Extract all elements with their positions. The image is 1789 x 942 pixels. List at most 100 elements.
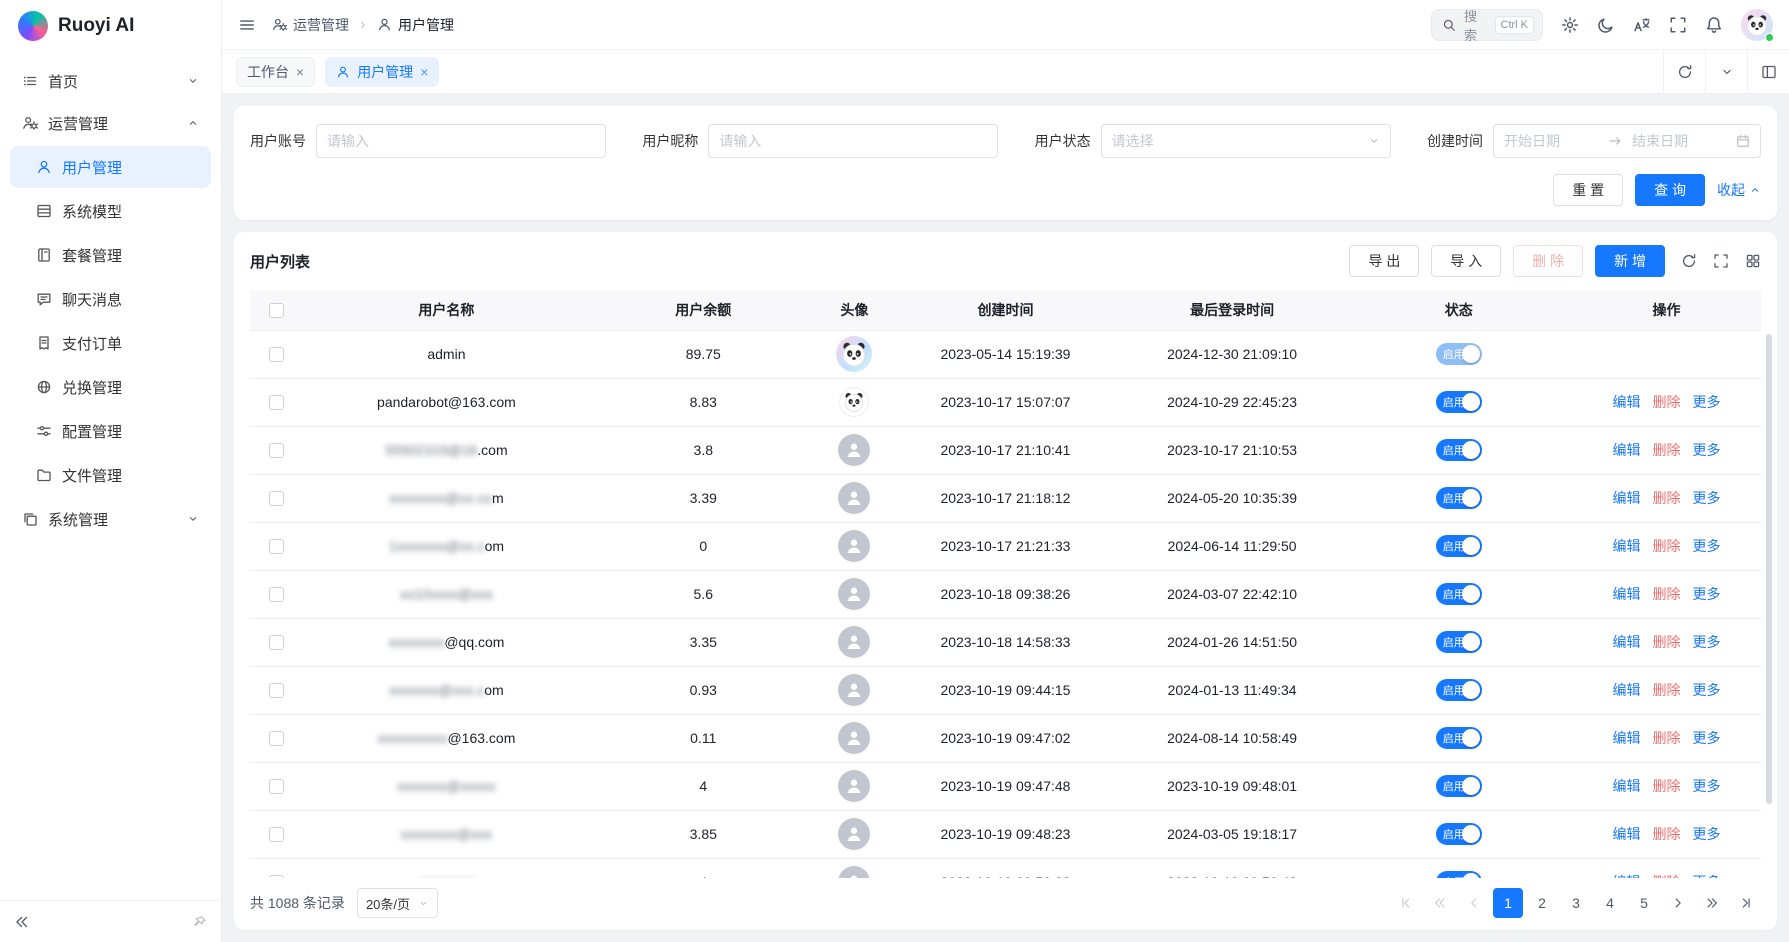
- table-fullscreen-icon[interactable]: [1713, 253, 1729, 269]
- settings-icon[interactable]: [1561, 16, 1579, 34]
- delete-link[interactable]: 删除: [1653, 826, 1681, 842]
- date-range-picker[interactable]: 开始日期 结束日期: [1493, 124, 1761, 158]
- row-checkbox[interactable]: [269, 491, 284, 506]
- sidebar-subitem-file-management[interactable]: 文件管理: [10, 454, 211, 496]
- more-link[interactable]: 更多: [1693, 586, 1721, 602]
- sidebar-subitem-user-management[interactable]: 用户管理: [10, 146, 211, 188]
- layout-toggle-button[interactable]: [1747, 50, 1789, 93]
- status-select[interactable]: 请选择: [1101, 124, 1391, 158]
- notifications-icon[interactable]: [1705, 16, 1723, 34]
- row-checkbox[interactable]: [269, 587, 284, 602]
- row-checkbox[interactable]: [269, 683, 284, 698]
- page-button-2[interactable]: 2: [1527, 888, 1557, 918]
- status-toggle[interactable]: 启用: [1436, 679, 1482, 701]
- delete-link[interactable]: 删除: [1653, 490, 1681, 506]
- sidebar-subitem-system-model[interactable]: 系统模型: [10, 190, 211, 232]
- sidebar-subitem-exchange-management[interactable]: 兑换管理: [10, 366, 211, 408]
- more-link[interactable]: 更多: [1693, 490, 1721, 506]
- add-button[interactable]: 新 增: [1595, 245, 1665, 277]
- sidebar-subitem-config-management[interactable]: 配置管理: [10, 410, 211, 452]
- edit-link[interactable]: 编辑: [1613, 778, 1641, 794]
- search-button[interactable]: 查 询: [1635, 174, 1705, 206]
- status-toggle[interactable]: 启用: [1436, 775, 1482, 797]
- delete-link[interactable]: 删除: [1653, 442, 1681, 458]
- prev-page-button[interactable]: [1459, 888, 1489, 918]
- page-button-5[interactable]: 5: [1629, 888, 1659, 918]
- status-toggle[interactable]: 启用: [1436, 823, 1482, 845]
- more-link[interactable]: 更多: [1693, 634, 1721, 650]
- select-all-checkbox[interactable]: [269, 303, 284, 318]
- last-page-button[interactable]: [1731, 888, 1761, 918]
- status-toggle[interactable]: 启用: [1436, 583, 1482, 605]
- delete-link[interactable]: 删除: [1653, 682, 1681, 698]
- edit-link[interactable]: 编辑: [1613, 682, 1641, 698]
- more-link[interactable]: 更多: [1693, 874, 1721, 878]
- status-toggle[interactable]: 启用: [1436, 727, 1482, 749]
- row-checkbox[interactable]: [269, 539, 284, 554]
- delete-link[interactable]: 删除: [1653, 634, 1681, 650]
- tab-user-management[interactable]: 用户管理 ×: [325, 57, 439, 87]
- more-link[interactable]: 更多: [1693, 730, 1721, 746]
- refresh-tab-button[interactable]: [1663, 50, 1705, 93]
- delete-button[interactable]: 删 除: [1513, 245, 1583, 277]
- edit-link[interactable]: 编辑: [1613, 442, 1641, 458]
- vertical-scrollbar[interactable]: [1766, 334, 1772, 804]
- row-checkbox[interactable]: [269, 347, 284, 362]
- more-link[interactable]: 更多: [1693, 394, 1721, 410]
- sidebar-subitem-package-management[interactable]: 套餐管理: [10, 234, 211, 276]
- edit-link[interactable]: 编辑: [1613, 538, 1641, 554]
- status-toggle[interactable]: 启用: [1436, 535, 1482, 557]
- page-button-4[interactable]: 4: [1595, 888, 1625, 918]
- edit-link[interactable]: 编辑: [1613, 634, 1641, 650]
- language-icon[interactable]: [1633, 16, 1651, 34]
- delete-link[interactable]: 删除: [1653, 586, 1681, 602]
- edit-link[interactable]: 编辑: [1613, 826, 1641, 842]
- edit-link[interactable]: 编辑: [1613, 490, 1641, 506]
- status-toggle[interactable]: 启用: [1436, 871, 1482, 878]
- export-button[interactable]: 导 出: [1349, 245, 1419, 277]
- row-checkbox[interactable]: [269, 875, 284, 878]
- pin-sidebar-icon[interactable]: [193, 915, 207, 929]
- edit-link[interactable]: 编辑: [1613, 586, 1641, 602]
- breadcrumb-item-operations[interactable]: 运营管理: [272, 15, 349, 35]
- more-link[interactable]: 更多: [1693, 682, 1721, 698]
- sidebar-subitem-payment-orders[interactable]: 支付订单: [10, 322, 211, 364]
- jump-back-button[interactable]: [1425, 888, 1455, 918]
- delete-link[interactable]: 删除: [1653, 874, 1681, 878]
- delete-link[interactable]: 删除: [1653, 394, 1681, 410]
- row-checkbox[interactable]: [269, 731, 284, 746]
- breadcrumb-item-user-management[interactable]: 用户管理: [377, 15, 454, 35]
- more-link[interactable]: 更多: [1693, 826, 1721, 842]
- collapse-sidebar-icon[interactable]: [14, 914, 30, 930]
- page-button-3[interactable]: 3: [1561, 888, 1591, 918]
- sidebar-item-home[interactable]: 首页: [10, 60, 211, 102]
- first-page-button[interactable]: [1391, 888, 1421, 918]
- tab-options-button[interactable]: [1705, 50, 1747, 93]
- menu-toggle-icon[interactable]: [238, 16, 256, 34]
- close-tab-icon[interactable]: ×: [420, 65, 428, 79]
- page-button-1[interactable]: 1: [1493, 888, 1523, 918]
- sidebar-item-system-management[interactable]: 系统管理: [10, 498, 211, 540]
- collapse-filters-link[interactable]: 收起: [1717, 180, 1761, 200]
- row-checkbox[interactable]: [269, 827, 284, 842]
- sidebar-item-operations[interactable]: 运营管理: [10, 102, 211, 144]
- edit-link[interactable]: 编辑: [1613, 394, 1641, 410]
- refresh-table-icon[interactable]: [1681, 253, 1697, 269]
- page-size-select[interactable]: 20条/页: [357, 888, 438, 918]
- reset-button[interactable]: 重 置: [1553, 174, 1623, 206]
- status-toggle[interactable]: 启用: [1436, 439, 1482, 461]
- close-tab-icon[interactable]: ×: [296, 65, 304, 79]
- nickname-input[interactable]: [708, 124, 998, 158]
- fullscreen-icon[interactable]: [1669, 16, 1687, 34]
- more-link[interactable]: 更多: [1693, 538, 1721, 554]
- dark-mode-icon[interactable]: [1597, 16, 1615, 34]
- tab-workbench[interactable]: 工作台 ×: [236, 57, 315, 87]
- row-checkbox[interactable]: [269, 635, 284, 650]
- delete-link[interactable]: 删除: [1653, 730, 1681, 746]
- sidebar-subitem-chat-messages[interactable]: 聊天消息: [10, 278, 211, 320]
- jump-forward-button[interactable]: [1697, 888, 1727, 918]
- more-link[interactable]: 更多: [1693, 778, 1721, 794]
- delete-link[interactable]: 删除: [1653, 538, 1681, 554]
- status-toggle[interactable]: 启用: [1436, 343, 1482, 365]
- more-link[interactable]: 更多: [1693, 442, 1721, 458]
